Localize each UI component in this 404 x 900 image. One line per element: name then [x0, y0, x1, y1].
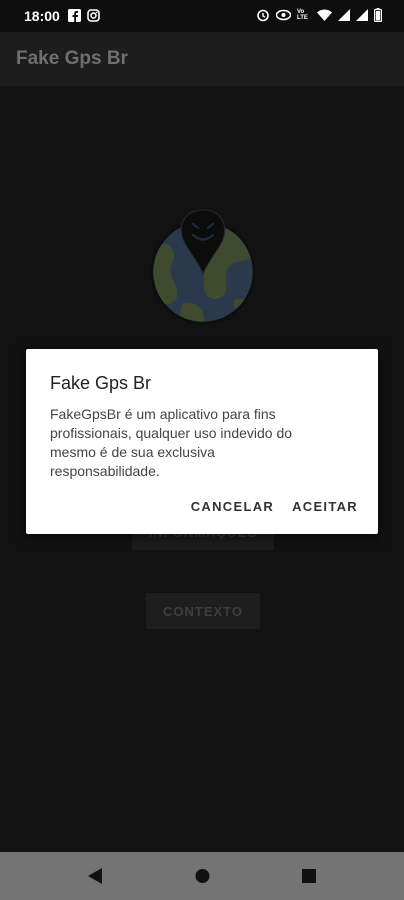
- eye-icon: [276, 9, 291, 21]
- app-title: Fake Gps Br: [16, 48, 128, 69]
- volte-icon: Vo LTE: [297, 9, 308, 21]
- context-button[interactable]: CONTEXTO: [146, 593, 260, 629]
- cancel-button[interactable]: CANCELAR: [191, 499, 274, 514]
- recents-icon[interactable]: [302, 868, 316, 884]
- dialog-message: FakeGpsBr é um aplicativo para fins prof…: [50, 406, 293, 479]
- instagram-icon: [87, 9, 100, 22]
- battery-icon: [374, 8, 382, 22]
- app-logo-icon: [150, 209, 256, 325]
- accept-button[interactable]: ACEITAR: [292, 499, 358, 514]
- facebook-icon: [68, 9, 81, 22]
- signal-icon: [356, 9, 368, 21]
- back-icon[interactable]: [88, 868, 102, 884]
- alarm-icon: [257, 9, 269, 22]
- status-time: 18:00: [24, 8, 60, 24]
- status-bar: 18:00 Vo LTE: [0, 0, 404, 32]
- disclaimer-dialog: Fake Gps Br FakeGpsBr é um aplicativo pa…: [26, 349, 378, 534]
- app-bar: Fake Gps Br: [0, 32, 404, 86]
- dialog-actions: CANCELAR ACEITAR: [191, 499, 358, 514]
- system-icons: Vo LTE: [256, 8, 382, 22]
- wifi-icon: [317, 9, 332, 21]
- dialog-title: Fake Gps Br: [50, 373, 152, 393]
- signal-icon: [338, 9, 350, 21]
- home-icon[interactable]: [195, 868, 210, 884]
- notification-icons: [68, 9, 100, 22]
- navigation-bar: [0, 852, 404, 900]
